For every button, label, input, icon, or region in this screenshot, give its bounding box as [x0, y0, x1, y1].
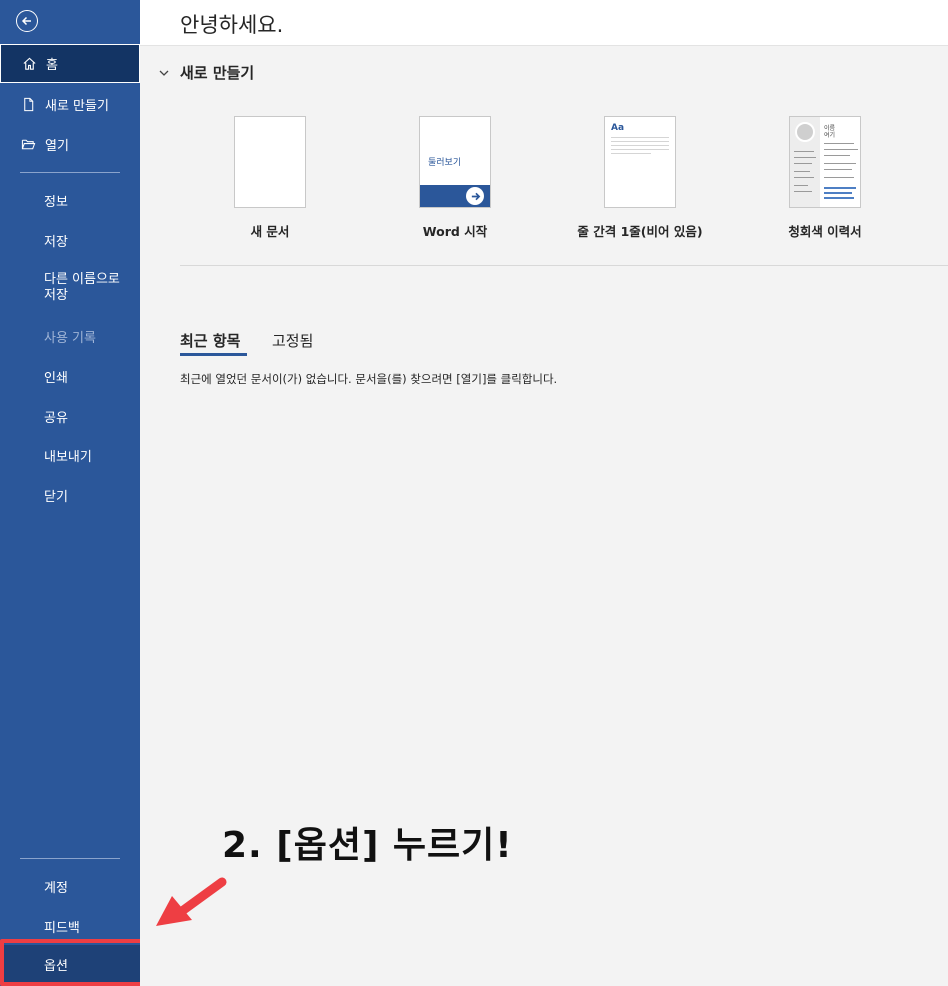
sidebar-divider — [20, 858, 120, 859]
greeting-bar: 안녕하세요. — [140, 0, 948, 46]
thumb-line — [824, 169, 852, 170]
sidebar-item-account[interactable]: 계정 — [0, 874, 140, 898]
new-section-toggle[interactable]: 새로 만들기 — [158, 62, 254, 83]
recent-empty-message: 최근에 열었던 문서이(가) 없습니다. 문서을(를) 찾으려면 [열기]를 클… — [180, 372, 558, 386]
sidebar-item-label: 닫기 — [44, 489, 68, 505]
backstage-sidebar: 홈 새로 만들기 열기 정보 저장 다른 이름으로 저장 사용 기록 인쇄 공유… — [0, 0, 140, 986]
sidebar-item-open[interactable]: 열기 — [0, 132, 140, 156]
sidebar-item-history: 사용 기록 — [0, 324, 140, 348]
thumb-line — [824, 177, 854, 178]
thumb-line — [824, 149, 858, 150]
template-blank-document[interactable]: 새 문서 — [195, 116, 345, 240]
new-section-title: 새로 만들기 — [180, 64, 255, 82]
sidebar-item-share[interactable]: 공유 — [0, 404, 140, 428]
annotation-arrow-icon — [156, 877, 227, 926]
active-tab-indicator — [180, 353, 247, 356]
sidebar-item-info[interactable]: 정보 — [0, 188, 140, 212]
template-label: 새 문서 — [250, 224, 290, 239]
thumb-line — [824, 155, 850, 156]
thumb-line — [794, 177, 814, 178]
thumb-line — [824, 197, 854, 199]
sidebar-item-label: 홈 — [46, 58, 58, 73]
sidebar-item-home[interactable]: 홈 — [0, 44, 140, 83]
thumb-line — [611, 149, 669, 150]
sidebar-item-label: 정보 — [44, 194, 68, 210]
thumb-line — [824, 143, 854, 144]
sidebar-item-label: 저장 — [44, 234, 68, 250]
back-arrow-icon — [21, 16, 31, 26]
sidebar-item-label: 열기 — [45, 138, 69, 154]
sidebar-item-print[interactable]: 인쇄 — [0, 364, 140, 388]
sidebar-divider — [20, 172, 120, 173]
thumb-line — [794, 191, 812, 192]
thumb-line — [824, 163, 856, 164]
sidebar-item-label: 사용 기록 — [44, 330, 96, 346]
options-highlight-box — [0, 939, 147, 986]
open-folder-icon — [20, 136, 36, 152]
template-word-tour[interactable]: 둘러보기 Word 시작 — [380, 116, 530, 240]
thumb-line — [794, 163, 812, 164]
sidebar-item-save-as[interactable]: 다른 이름으로 저장 — [0, 271, 140, 305]
tab-pinned[interactable]: 고정됨 — [272, 330, 313, 351]
tab-recent[interactable]: 최근 항목 — [180, 330, 240, 351]
thumb-line — [794, 171, 810, 172]
template-thumbnail: Aa — [604, 116, 676, 208]
sidebar-item-label: 계정 — [44, 880, 68, 896]
thumb-line — [794, 185, 808, 186]
thumb-line — [611, 153, 651, 154]
section-divider — [180, 265, 948, 266]
thumb-line — [824, 187, 856, 189]
chevron-down-icon — [159, 70, 169, 76]
tour-thumb-text: 둘러보기 — [428, 158, 462, 168]
aa-thumb-text: Aa — [611, 123, 625, 133]
home-icon — [21, 56, 37, 72]
template-blue-grey-resume[interactable]: 이름 여기 청회색 이력서 — [750, 116, 900, 240]
sidebar-item-new[interactable]: 새로 만들기 — [0, 92, 140, 116]
thumb-line — [611, 145, 669, 146]
arrow-right-icon — [466, 187, 484, 205]
thumb-line — [611, 137, 669, 138]
resume-photo — [795, 122, 815, 142]
sidebar-item-feedback[interactable]: 피드백 — [0, 914, 140, 938]
sidebar-item-save[interactable]: 저장 — [0, 228, 140, 252]
thumb-line — [794, 151, 814, 152]
template-thumbnail — [234, 116, 306, 208]
template-label: 줄 간격 1줄(비어 있음) — [577, 224, 703, 239]
sidebar-item-label: 내보내기 — [44, 449, 92, 465]
sidebar-item-label: 인쇄 — [44, 370, 68, 386]
sidebar-item-close[interactable]: 닫기 — [0, 483, 140, 507]
thumb-line — [794, 157, 816, 158]
resume-sidebar — [790, 117, 820, 207]
sidebar-item-export[interactable]: 내보내기 — [0, 443, 140, 467]
annotation-callout: 2. [옵션] 누르기! — [222, 825, 513, 866]
sidebar-item-label: 새로 만들기 — [45, 98, 109, 114]
template-thumbnail: 둘러보기 — [419, 116, 491, 208]
new-document-icon — [20, 96, 36, 112]
sidebar-item-label: 다른 이름으로 저장 — [44, 272, 120, 303]
sidebar-item-label: 공유 — [44, 410, 68, 426]
sidebar-item-label: 피드백 — [44, 920, 80, 936]
template-single-spaced[interactable]: Aa 줄 간격 1줄(비어 있음) — [565, 116, 715, 240]
back-button[interactable] — [16, 10, 38, 32]
greeting-title: 안녕하세요. — [180, 13, 284, 37]
template-thumbnail: 이름 여기 — [789, 116, 861, 208]
thumb-line — [611, 141, 669, 142]
resume-name-text: 이름 여기 — [824, 125, 836, 139]
template-label: 청회색 이력서 — [788, 224, 862, 239]
template-label: Word 시작 — [422, 224, 488, 239]
thumb-line — [824, 192, 852, 194]
